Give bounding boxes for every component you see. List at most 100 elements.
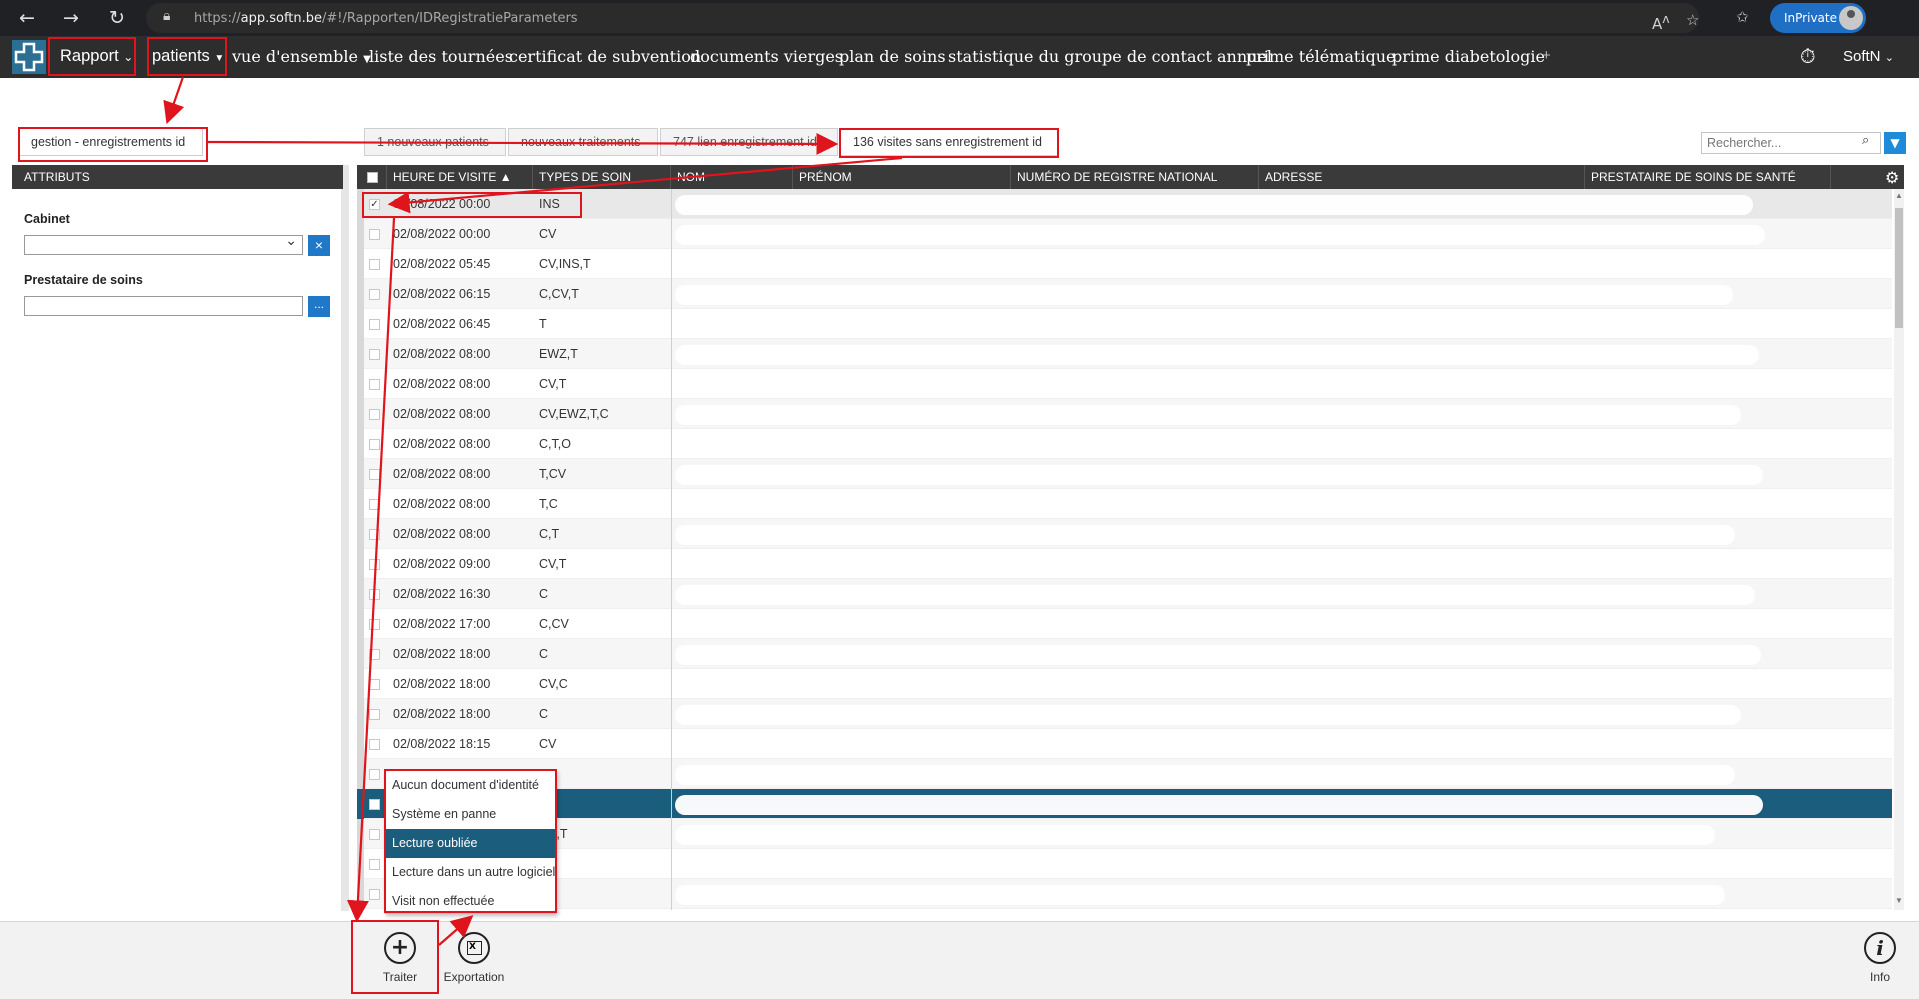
tab-lien-enregistrement[interactable]: 747 lien enregistrement id [660,128,838,156]
exportation-button[interactable]: X Exportation [439,932,509,992]
row-indicator [357,819,364,849]
table-row[interactable]: 02/08/2022 08:00 C,T,O [357,429,1892,459]
table-row[interactable]: 02/08/2022 08:00 EWZ,T [357,339,1892,369]
table-row[interactable]: 02/08/2022 17:00 C,CV [357,609,1892,639]
menu-certificat-subvention[interactable]: certificat de subvention [509,47,701,66]
info-button[interactable]: i Info [1845,932,1915,992]
table-row[interactable]: T [357,849,1892,879]
column-prestataire[interactable]: PRESTATAIRE DE SOINS DE SANTÉ [1585,165,1831,189]
table-row[interactable]: 02/08/2022 08:00 T,C [357,489,1892,519]
row-checkbox[interactable] [369,439,380,450]
prestataire-input[interactable] [24,296,303,316]
table-row[interactable]: 02/08/2022 18:15 CV [357,729,1892,759]
table-row[interactable]: 02/08/2022 08:00 C,T [357,519,1892,549]
table-row[interactable]: 02/08/2022 18:00 C [357,639,1892,669]
row-checkbox[interactable] [369,619,380,630]
tab-nouveaux-patients[interactable]: 1 nouveaux patients [364,128,506,156]
row-checkbox[interactable] [369,859,380,870]
row-checkbox[interactable] [369,469,380,480]
row-checkbox[interactable] [369,409,380,420]
row-checkbox[interactable] [369,679,380,690]
menu-liste-tournees[interactable]: liste des tournées [369,47,513,66]
table-row[interactable]: 02/08/2022 06:45 T [357,309,1892,339]
table-row[interactable] [357,879,1892,909]
column-nom[interactable]: NOM [671,165,793,189]
forward-arrow-icon[interactable]: → [58,5,84,31]
cabinet-clear-button[interactable]: × [308,235,330,256]
read-aloud-icon[interactable]: Aʌ [1652,11,1670,33]
care-types: T [539,317,547,331]
row-checkbox[interactable] [369,589,380,600]
inprivate-badge[interactable]: InPrivate [1770,3,1866,33]
filter-button[interactable]: ▼ [1884,132,1906,154]
favorite-add-icon[interactable]: ☆ [1686,11,1699,29]
redacted-cells [675,615,1745,635]
menu-prime-diabetologie[interactable]: prime diabetologie [1392,47,1545,66]
row-checkbox[interactable] [369,799,380,810]
menu-prime-telematique[interactable]: prime télématique [1246,47,1396,66]
vertical-scrollbar[interactable]: ▲ ▼ [1894,189,1904,910]
row-checkbox[interactable] [369,529,380,540]
cabinet-select[interactable] [24,233,303,255]
column-types-de-soin[interactable]: TYPES DE SOIN [533,165,671,189]
table-row[interactable] [357,759,1892,789]
visit-time: 02/08/2022 08:00 [393,377,491,391]
scroll-down-icon[interactable]: ▼ [1895,896,1903,905]
row-checkbox[interactable] [369,649,380,660]
address-bar[interactable]: 🔒︎ https://app.softn.be/#!/Rapporten/IDR… [146,3,1699,33]
row-checkbox[interactable] [369,889,380,900]
row-checkbox[interactable] [369,499,380,510]
tab-nouveaux-traitements[interactable]: nouveaux traitements [508,128,658,156]
annotation-box-first-row [362,192,582,218]
search-input[interactable] [1701,132,1881,154]
menu-documents-vierges[interactable]: documents vierges [690,47,843,66]
visit-time: 02/08/2022 08:00 [393,467,491,481]
table-row[interactable]: 02/08/2022 18:00 CV,C [357,669,1892,699]
row-checkbox[interactable] [369,829,380,840]
row-checkbox[interactable] [369,739,380,750]
table-row[interactable]: 02/08/2022 00:00 CV [357,219,1892,249]
row-checkbox[interactable] [369,289,380,300]
prestataire-browse-button[interactable]: ... [308,296,330,317]
row-checkbox[interactable] [369,349,380,360]
table-row[interactable]: 02/08/2022 08:00 CV,EWZ,T,C [357,399,1892,429]
row-checkbox[interactable] [369,259,380,270]
user-menu[interactable]: SoftN ⌄ [1843,48,1894,65]
row-checkbox[interactable] [369,379,380,390]
column-heure-de-visite[interactable]: HEURE DE VISITE ▲ [387,165,533,189]
row-checkbox[interactable] [369,319,380,330]
menu-add-icon[interactable]: + [1542,47,1551,64]
column-registre-national[interactable]: NUMÉRO DE REGISTRE NATIONAL [1011,165,1259,189]
menu-plan-de-soins[interactable]: plan de soins [839,47,946,66]
row-checkbox[interactable] [369,769,380,780]
table-row[interactable]: 02/08/2022 09:00 CV,T [357,549,1892,579]
scroll-up-icon[interactable]: ▲ [1895,191,1903,200]
gear-icon[interactable]: ⚙︎ [1885,168,1899,187]
column-prenom[interactable]: PRÉNOM [793,165,1011,189]
table-row[interactable]: 02/08/2022 05:45 CV,INS,T [357,249,1892,279]
menu-statistique[interactable]: statistique du groupe de contact annuel [948,47,1272,66]
table-row[interactable]: NS,T [357,819,1892,849]
row-checkbox[interactable] [369,229,380,240]
row-checkbox[interactable] [369,559,380,570]
row-checkbox[interactable] [369,709,380,720]
reload-icon[interactable]: ↻ [104,5,130,31]
back-arrow-icon[interactable]: ← [14,5,40,31]
care-types: C [539,587,549,601]
table-row[interactable]: 02/08/2022 08:00 T,CV [357,459,1892,489]
column-adresse[interactable]: ADRESSE [1259,165,1585,189]
favorites-icon[interactable]: ✩ [1736,8,1749,26]
scrollbar-thumb[interactable] [1895,208,1903,328]
visit-time: 02/08/2022 05:45 [393,257,491,271]
search-icon[interactable]: ⌕ [1862,133,1869,148]
menu-vue-ensemble[interactable]: vue d'ensemble ▼ [232,47,371,66]
table-row[interactable]: 02/08/2022 06:15 C,CV,T [357,279,1892,309]
table-row[interactable]: 02/08/2022 16:30 C [357,579,1892,609]
header-select-all[interactable] [357,165,387,189]
table-row[interactable]: 02/08/2022 08:00 CV,T [357,369,1892,399]
table-row[interactable] [357,789,1892,819]
stopwatch-icon[interactable]: ⏱︎ [1800,44,1816,68]
table-row[interactable]: ✓ 02/08/2022 00:00 INS [357,189,1892,219]
table-row[interactable]: 02/08/2022 18:00 C [357,699,1892,729]
select-all-checkbox[interactable] [367,172,378,183]
